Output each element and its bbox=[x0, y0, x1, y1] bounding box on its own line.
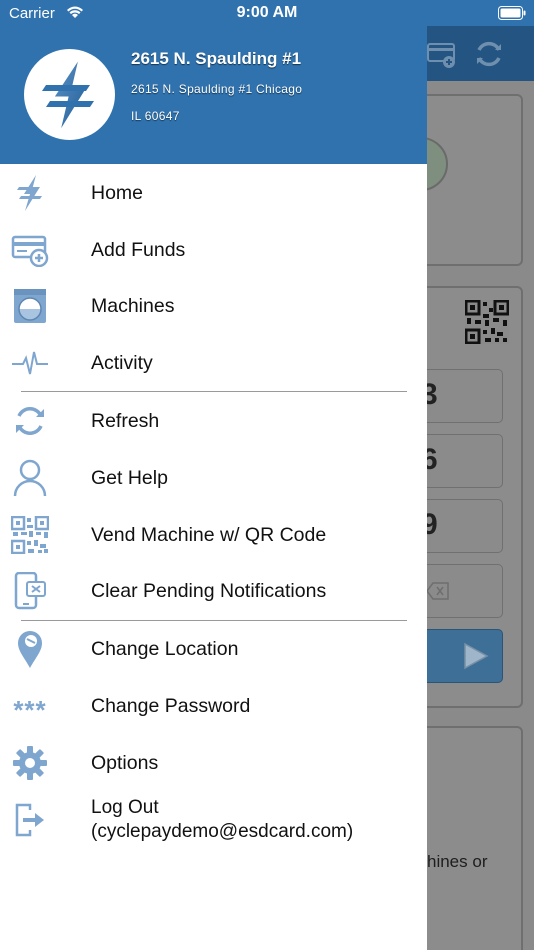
menu-item-refresh[interactable]: Refresh bbox=[0, 393, 427, 449]
menu-item-change-password[interactable]: *** Change Password bbox=[0, 678, 427, 734]
number-field[interactable] bbox=[427, 434, 503, 488]
background-toolbar bbox=[427, 26, 534, 81]
menu-label-change-password: Change Password bbox=[91, 695, 251, 717]
menu-item-change-location[interactable]: Change Location bbox=[0, 621, 427, 677]
clock: 9:00 AM bbox=[236, 4, 298, 21]
password-asterisks-icon: *** bbox=[13, 694, 47, 725]
play-icon bbox=[463, 642, 489, 675]
menu-item-clear-notifications[interactable]: Clear Pending Notifications bbox=[0, 563, 427, 619]
status-bar: Carrier 9:00 AM bbox=[0, 0, 534, 26]
digit-text: 6 bbox=[427, 443, 438, 476]
menu-label-add-funds: Add Funds bbox=[91, 239, 186, 261]
clear-notifications-icon bbox=[10, 572, 50, 610]
add-funds-icon bbox=[10, 232, 50, 268]
location-name: 2615 N. Spaulding #1 bbox=[131, 49, 302, 68]
menu-item-options[interactable]: Options bbox=[0, 735, 427, 791]
location-address: 2615 N. Spaulding #1 Chicago bbox=[131, 82, 303, 96]
digit-text: 3 bbox=[427, 378, 438, 411]
refresh-icon bbox=[10, 403, 50, 439]
home-lightning-icon bbox=[10, 175, 50, 211]
menu-item-vend-qr[interactable]: Vend Machine w/ QR Code bbox=[0, 507, 427, 563]
refresh-icon bbox=[473, 38, 505, 75]
number-field[interactable] bbox=[427, 369, 503, 423]
menu-label-refresh: Refresh bbox=[91, 410, 160, 432]
activity-pulse-icon bbox=[10, 345, 50, 381]
battery-icon bbox=[498, 6, 526, 25]
menu-divider bbox=[21, 391, 407, 392]
background-partial-text: hines or bbox=[427, 852, 488, 871]
balance-icon bbox=[427, 134, 449, 199]
menu-label-machines: Machines bbox=[91, 295, 175, 317]
qr-code-icon bbox=[10, 516, 50, 554]
navigation-drawer: 2615 N. Spaulding #1 2615 N. Spaulding #… bbox=[0, 0, 427, 950]
app-logo bbox=[24, 49, 115, 140]
menu-label-change-location: Change Location bbox=[91, 638, 239, 660]
background-app[interactable]: 3 6 9 hines or bbox=[427, 26, 534, 950]
menu-label-vend-qr: Vend Machine w/ QR Code bbox=[91, 524, 327, 546]
add-funds-icon bbox=[427, 40, 457, 75]
qr-code-icon bbox=[464, 299, 510, 349]
menu-label-log-out-email: (cyclepaydemo@esdcard.com) bbox=[91, 821, 354, 842]
lightning-logo-icon bbox=[42, 58, 94, 132]
user-help-icon bbox=[10, 459, 50, 497]
log-out-icon bbox=[10, 802, 50, 838]
menu-label-clear-notifications: Clear Pending Notifications bbox=[91, 580, 327, 602]
menu-label-log-out: Log Out bbox=[91, 797, 159, 818]
gear-icon bbox=[10, 745, 50, 781]
menu-label-activity: Activity bbox=[91, 352, 153, 374]
washing-machine-icon bbox=[10, 288, 50, 324]
location-state-zip: IL 60647 bbox=[131, 109, 180, 123]
menu-item-activity[interactable]: Activity bbox=[0, 335, 427, 391]
menu-item-get-help[interactable]: Get Help bbox=[0, 450, 427, 506]
menu-item-log-out[interactable]: Log Out (cyclepaydemo@esdcard.com) bbox=[0, 796, 427, 852]
menu-label-home: Home bbox=[91, 182, 144, 204]
menu-item-machines[interactable]: Machines bbox=[0, 278, 427, 334]
menu-label-get-help: Get Help bbox=[91, 467, 168, 489]
number-field[interactable] bbox=[427, 499, 503, 553]
menu-label-options: Options bbox=[91, 752, 159, 774]
background-card bbox=[427, 726, 523, 950]
location-pin-icon bbox=[10, 631, 50, 668]
digit-text: 9 bbox=[427, 508, 438, 541]
menu-item-add-funds[interactable]: Add Funds bbox=[0, 222, 427, 278]
backspace-icon bbox=[427, 582, 449, 605]
menu-item-home[interactable]: Home bbox=[0, 165, 427, 221]
